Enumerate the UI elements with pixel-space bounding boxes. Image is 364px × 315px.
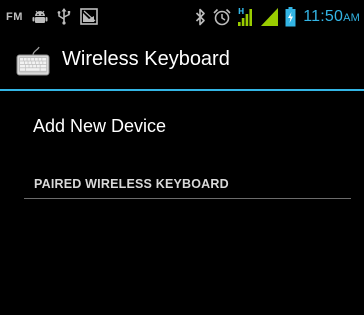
action-bar-divider: [0, 89, 364, 91]
alarm-icon: [213, 8, 231, 25]
status-bar-left: FM: [6, 0, 98, 33]
data-signal-icon: H: [238, 7, 253, 26]
clock-time: 11:50: [303, 7, 344, 25]
bluetooth-icon: [196, 8, 206, 25]
notification-image-icon: [80, 8, 98, 25]
page-title: Wireless Keyboard: [62, 48, 230, 70]
battery-icon: [285, 6, 296, 26]
action-bar: Wireless Keyboard: [0, 33, 364, 89]
keyboard-icon[interactable]: [16, 45, 50, 77]
clock-ampm: AM: [343, 11, 360, 24]
android-debug-icon: [32, 10, 48, 23]
status-bar: FM H 11:50AM: [0, 0, 364, 33]
add-new-device-item[interactable]: Add New Device: [0, 93, 364, 159]
usb-icon: [57, 8, 71, 25]
svg-text:H: H: [238, 7, 244, 16]
fm-radio-indicator: FM: [6, 10, 23, 23]
signal-strength-icon: [261, 7, 279, 26]
clock: 11:50AM: [303, 8, 360, 26]
add-new-device-label: Add New Device: [33, 116, 167, 136]
section-divider: [24, 198, 351, 199]
paired-keyboards-header: PAIRED WIRELESS KEYBOARD: [34, 177, 229, 191]
status-bar-right: H 11:50AM: [195, 0, 360, 33]
